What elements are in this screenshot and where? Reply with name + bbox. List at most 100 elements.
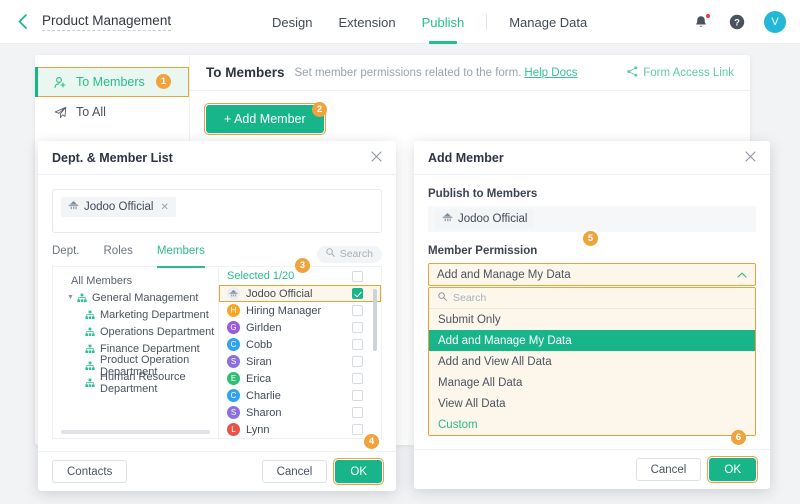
close-icon[interactable] (371, 151, 382, 164)
ok-button[interactable]: OK (709, 458, 756, 481)
chevron-left-icon[interactable] (14, 14, 30, 30)
tree-item-label: All Members (71, 275, 132, 287)
dropdown-option-add-and-view-all-data[interactable]: Add and View All Data (429, 351, 755, 372)
member-avatar: L (227, 423, 240, 436)
help-docs-link[interactable]: Help Docs (524, 67, 577, 79)
member-name: Erica (246, 373, 271, 385)
member-checkbox[interactable] (352, 373, 363, 384)
member-checkbox[interactable] (352, 424, 363, 435)
org-avatar-icon (68, 200, 79, 214)
chip-remove-icon[interactable]: ✕ (160, 202, 168, 213)
tab-members[interactable]: Members (157, 245, 205, 267)
member-checkbox[interactable] (352, 407, 363, 418)
tree-item-label: Operations Department (100, 326, 214, 338)
add-member-button[interactable]: + Add Member (206, 105, 324, 133)
avatar[interactable]: V (764, 11, 786, 33)
department-icon (85, 344, 95, 354)
member-checkbox[interactable] (352, 288, 363, 299)
list-item[interactable]: S Sharon (219, 404, 381, 421)
close-icon[interactable] (745, 151, 756, 164)
list-item[interactable]: C Charlie (219, 387, 381, 404)
tree-item-label: General Management (92, 292, 198, 304)
org-avatar-icon (442, 212, 453, 226)
member-checkbox[interactable] (352, 322, 363, 333)
dialog-tabs: Dept. Roles Members Search (52, 245, 382, 267)
member-checkbox[interactable] (352, 305, 363, 316)
department-icon (85, 327, 95, 337)
list-item[interactable]: Jodoo Official (219, 285, 381, 302)
publish-to-members-box: Jodoo Official (428, 206, 756, 232)
dropdown-option-submit-only[interactable]: Submit Only (429, 309, 755, 330)
member-permission-select[interactable]: Add and Manage My Data (428, 263, 756, 286)
list-item[interactable]: C Cobb (219, 336, 381, 353)
annotation-badge-2: 2 (312, 102, 327, 117)
dropdown-search-input[interactable]: Search (429, 288, 755, 309)
page-title: To Members (206, 65, 285, 80)
dropdown-option-manage-all-data[interactable]: Manage All Data (429, 372, 755, 393)
tab-extension[interactable]: Extension (338, 0, 395, 44)
list-item[interactable]: G Girlden (219, 319, 381, 336)
annotation-badge-1: 1 (156, 74, 171, 89)
tree-item-department[interactable]: Operations Department (53, 323, 218, 340)
dropdown-option-add-and-manage-my-data[interactable]: Add and Manage My Data (429, 330, 755, 351)
annotation-badge-6: 6 (731, 430, 746, 445)
member-avatar: G (227, 321, 240, 334)
help-icon[interactable]: ? (728, 13, 746, 31)
cancel-button[interactable]: Cancel (636, 458, 702, 481)
member-checkbox[interactable] (352, 390, 363, 401)
dropdown-option-view-all-data[interactable]: View All Data (429, 393, 755, 414)
tab-manage-data[interactable]: Manage Data (509, 0, 587, 44)
tab-dept[interactable]: Dept. (52, 245, 80, 267)
dept-member-list-dialog: Dept. & Member List Jodoo Official ✕ Dep… (38, 141, 396, 491)
department-icon (77, 293, 87, 303)
org-avatar-icon (227, 287, 240, 300)
chevron-down-icon[interactable]: ▼ (67, 294, 77, 301)
cancel-button[interactable]: Cancel (262, 460, 328, 483)
list-item[interactable]: L Lynn (219, 421, 381, 438)
dialog-footer: Contacts Cancel OK (38, 451, 396, 491)
list-item[interactable]: H Hiring Manager (219, 302, 381, 319)
member-name: Girlden (246, 322, 281, 334)
ok-button[interactable]: OK (335, 460, 382, 483)
selected-chip-label: Jodoo Official (84, 201, 153, 213)
contacts-button[interactable]: Contacts (52, 460, 127, 483)
publish-chip-label: Jodoo Official (458, 213, 527, 225)
bell-icon[interactable] (692, 13, 710, 31)
member-add-icon (53, 76, 68, 89)
tree-item-label: Marketing Department (100, 309, 209, 321)
dialog-footer: Cancel OK (414, 449, 770, 489)
member-name: Sharon (246, 407, 281, 419)
tab-publish[interactable]: Publish (422, 0, 465, 44)
tree-item-department[interactable]: Marketing Department (53, 306, 218, 323)
svg-text:?: ? (734, 18, 740, 29)
tree-item-all-members[interactable]: All Members (53, 272, 218, 289)
vertical-scrollbar[interactable] (373, 289, 377, 351)
dropdown-option-custom[interactable]: Custom (429, 414, 755, 435)
member-checkbox[interactable] (352, 356, 363, 367)
app-title: Product Management (42, 13, 171, 31)
tab-roles[interactable]: Roles (104, 245, 133, 267)
search-input[interactable]: Search (317, 246, 382, 263)
member-name: Cobb (246, 339, 272, 351)
selected-chips-box[interactable]: Jodoo Official ✕ (52, 189, 382, 233)
list-item[interactable]: S Siran (219, 353, 381, 370)
publish-to-members-label: Publish to Members (428, 188, 756, 200)
list-item[interactable]: E Erica (219, 370, 381, 387)
department-tree: All Members ▼ General Management Marketi… (53, 267, 219, 438)
dept-member-columns: All Members ▼ General Management Marketi… (52, 267, 382, 439)
select-all-checkbox[interactable] (352, 271, 363, 282)
tree-item-general-management[interactable]: ▼ General Management (53, 289, 218, 306)
form-access-link-button[interactable]: Form Access Link (627, 66, 734, 80)
share-icon (627, 66, 638, 80)
department-icon (85, 361, 95, 371)
member-name: Lynn (246, 424, 269, 436)
nav-divider (486, 14, 487, 30)
member-checkbox[interactable] (352, 339, 363, 350)
sidebar-item-to-all[interactable]: To All (35, 97, 189, 127)
horizontal-scrollbar[interactable] (61, 430, 210, 434)
tree-item-department[interactable]: Human Resource Department (53, 374, 218, 391)
search-icon (326, 248, 335, 260)
tab-design[interactable]: Design (272, 0, 312, 44)
sidebar-item-label: To All (76, 105, 106, 119)
chevron-up-icon[interactable] (737, 270, 747, 280)
